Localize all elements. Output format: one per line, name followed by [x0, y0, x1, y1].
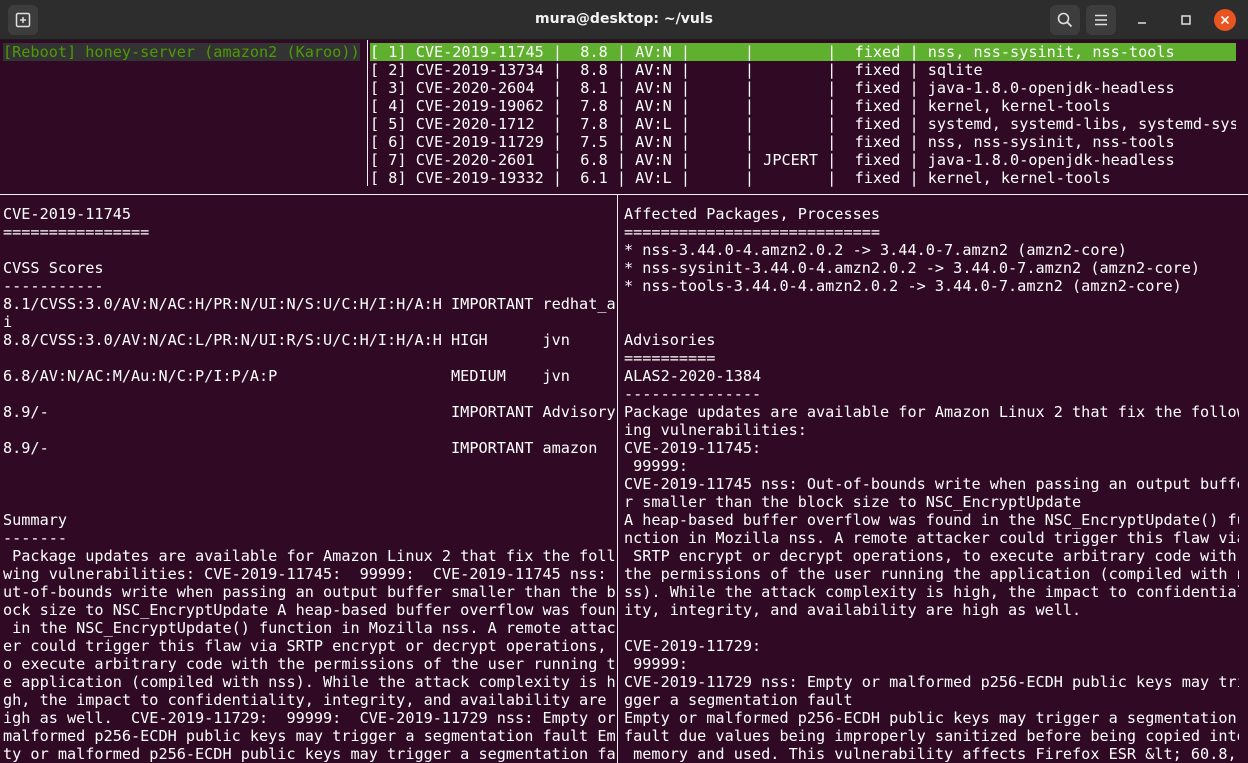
detail-line: 6.8/AV:N/AC:M/Au:N/C:P/I:P/A:P MEDIUM jv… — [3, 367, 570, 385]
changelog-line: Empty or malformed p256-ECDH public keys… — [624, 709, 1237, 727]
host-item-selected[interactable]: [Reboot] honey-server (amazon2 (Karoo)) — [3, 43, 360, 61]
detail-line: er could trigger this flaw via SRTP encr… — [3, 637, 615, 655]
close-button[interactable] — [1214, 9, 1236, 31]
detail-line: 8.9/- IMPORTANT amazon — [3, 439, 598, 457]
detail-line: ock size to NSC_EncryptUpdate A heap-bas… — [3, 601, 615, 619]
detail-line: CVSS Scores — [3, 259, 104, 277]
changelog-line — [624, 619, 1239, 637]
detail-line: e application (compiled with nss). While… — [3, 673, 615, 691]
detail-line: 8.1/CVSS:3.0/AV:N/AC:H/PR:N/UI:N/S:U/C:H… — [3, 295, 615, 313]
cve-row[interactable]: [ 7] CVE-2020-2601 | 6.8 | AV:N | | JPCE… — [370, 151, 1236, 169]
detail-line: malformed p256-ECDH public keys may trig… — [3, 727, 615, 745]
changelog-line: Affected Packages, Processes — [624, 205, 881, 223]
detail-line: ------- — [3, 529, 68, 547]
changelog-line: Package updates are available for Amazon… — [624, 403, 1239, 421]
detail-line: ----------- — [3, 277, 104, 295]
cve-row[interactable]: [ 6] CVE-2019-11729 | 7.5 | AV:N | | | f… — [370, 133, 1236, 151]
detail-line: o execute arbitrary code with the permis… — [3, 655, 615, 673]
changelog-line: ALAS2-2020-1384 — [624, 367, 762, 385]
maximize-button[interactable] — [1176, 10, 1196, 30]
cve-row[interactable]: [ 2] CVE-2019-13734 | 8.8 | AV:N | | | f… — [370, 61, 1236, 79]
search-button[interactable] — [1050, 5, 1080, 35]
changelog-line: SRTP encrypt or decrypt operations, to e… — [624, 547, 1237, 565]
changelog-line: ing vulnerabilities: — [624, 421, 807, 439]
detail-line: 8.9/- IMPORTANT Advisory — [3, 403, 615, 421]
detail-pane-divider — [617, 195, 618, 763]
cve-row[interactable]: [ 4] CVE-2019-19062 | 7.8 | AV:N | | | f… — [370, 97, 1236, 115]
detail-line — [3, 475, 615, 493]
detail-line — [3, 421, 615, 439]
changelog-line: nction in Mozilla nss. A remote attacker… — [624, 529, 1239, 547]
changelog-line: gger a segmentation fault — [624, 691, 853, 709]
changelog-line: Advisories — [624, 331, 716, 349]
changelog-line: 99999: — [624, 655, 689, 673]
changelog-line: * nss-sysinit-3.44.0-4.amzn2.0.2 -> 3.44… — [624, 259, 1201, 277]
detail-line: gh, the impact to confidentiality, integ… — [3, 691, 615, 709]
changelog-line: * nss-tools-3.44.0-4.amzn2.0.2 -> 3.44.0… — [624, 277, 1182, 295]
changelog-line: CVE-2019-11745 nss: Out-of-bounds write … — [624, 475, 1239, 493]
changelog-line: --------------- — [624, 385, 762, 403]
detail-line: i — [3, 313, 13, 331]
detail-line — [3, 349, 615, 367]
detail-line — [3, 493, 615, 511]
cve-row[interactable]: [ 1] CVE-2019-11745 | 8.8 | AV:N | | | f… — [370, 43, 1236, 61]
detail-line: Package updates are available for Amazon… — [3, 547, 615, 565]
terminal-area[interactable]: [Reboot] honey-server (amazon2 (Karoo)) … — [0, 40, 1248, 763]
changelog-line: r smaller than the block size to NSC_Enc… — [624, 493, 1082, 511]
cve-row[interactable]: [ 5] CVE-2020-1712 | 7.8 | AV:L | | | fi… — [370, 115, 1236, 133]
detail-line: in the NSC_EncryptUpdate() function in M… — [3, 619, 615, 637]
changelog-line: ss). While the attack complexity is high… — [624, 583, 1239, 601]
changelog-line: A heap-based buffer overflow was found i… — [624, 511, 1239, 529]
minimize-button[interactable] — [1132, 10, 1152, 30]
changelog-line: ============================ — [624, 223, 881, 241]
menu-button[interactable] — [1086, 5, 1116, 35]
changelog-line: fault due values being improperly saniti… — [624, 727, 1239, 745]
detail-line: ty or malformed p256-ECDH public keys ma… — [3, 745, 615, 763]
detail-line: ut-of-bounds write when passing an outpu… — [3, 583, 615, 601]
cve-row[interactable]: [ 3] CVE-2020-2604 | 8.1 | AV:N | | | fi… — [370, 79, 1236, 97]
changelog-line: CVE-2019-11745: — [624, 439, 762, 457]
detail-line: 8.8/CVSS:3.0/AV:N/AC:L/PR:N/UI:R/S:U/C:H… — [3, 331, 570, 349]
top-pane-divider — [367, 40, 368, 186]
title-bar: mura@desktop: ~/vuls — [0, 0, 1248, 40]
detail-line: wing vulnerabilities: CVE-2019-11745: 99… — [3, 565, 615, 583]
changelog-line: memory and used. This vulnerability affe… — [624, 745, 1237, 763]
search-icon — [1057, 12, 1073, 28]
cve-row[interactable]: [ 8] CVE-2019-19332 | 6.1 | AV:L | | | f… — [370, 169, 1236, 187]
changelog-line: * nss-3.44.0-4.amzn2.0.2 -> 3.44.0-7.amz… — [624, 241, 1127, 259]
changelog-line: ity, integrity, and availability are hig… — [624, 601, 1082, 619]
detail-line — [3, 457, 615, 475]
changelog-line: ========== — [624, 349, 716, 367]
detail-line: ================ — [3, 223, 150, 241]
detail-line — [3, 241, 615, 259]
pane-divider-horizontal — [0, 194, 1248, 195]
minimize-icon — [1138, 22, 1146, 24]
changelog-line: 99999: — [624, 457, 689, 475]
changelog-line: CVE-2019-11729: — [624, 637, 762, 655]
hamburger-menu-icon — [1095, 14, 1107, 26]
changelog-line — [624, 295, 1239, 313]
detail-line: igh as well. CVE-2019-11729: 99999: CVE-… — [3, 709, 615, 727]
detail-line — [3, 385, 615, 403]
detail-line: CVE-2019-11745 — [3, 205, 132, 223]
detail-line: Summary — [3, 511, 68, 529]
close-icon — [1220, 15, 1230, 25]
changelog-line: the permissions of the user running the … — [624, 565, 1239, 583]
maximize-icon — [1181, 15, 1191, 25]
changelog-line — [624, 313, 1239, 331]
changelog-line: CVE-2019-11729 nss: Empty or malformed p… — [624, 673, 1239, 691]
